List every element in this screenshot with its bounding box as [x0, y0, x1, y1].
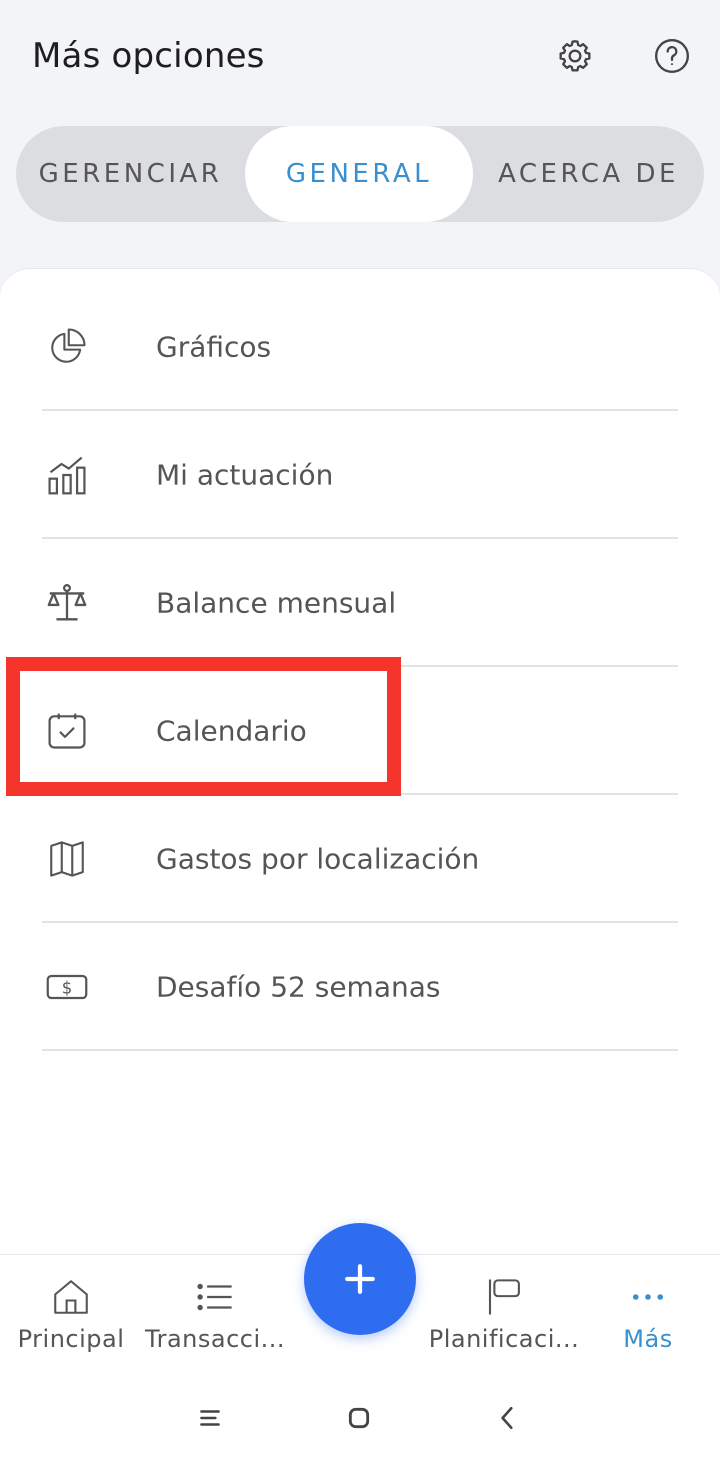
tab-gerenciar[interactable]: GERENCIAR: [16, 126, 245, 222]
flag-icon: [482, 1275, 526, 1319]
menu-item-label: Gastos por localización: [156, 842, 480, 876]
nav-label: Principal: [17, 1325, 125, 1353]
tab-bar: GERENCIAR GENERAL ACERCA DE: [16, 126, 704, 222]
help-button[interactable]: [650, 34, 694, 78]
screen: Más opciones GERENCIAR GENERAL ACERCA DE: [0, 0, 720, 1463]
nav-label: Planificaci...: [428, 1325, 580, 1353]
tab-general[interactable]: GENERAL: [245, 126, 473, 222]
nav-mas[interactable]: Más: [590, 1255, 706, 1369]
menu-item-graficos[interactable]: Gráficos: [0, 283, 720, 411]
recent-apps-button[interactable]: [190, 1398, 230, 1438]
bar-chart-trend-icon: [44, 452, 90, 498]
menu-item-label: Desafío 52 semanas: [156, 970, 441, 1004]
menu-item-desafio-52[interactable]: $ Desafío 52 semanas: [0, 923, 720, 1051]
recent-apps-icon: [200, 1410, 220, 1426]
svg-text:$: $: [62, 978, 73, 997]
list-icon: [193, 1275, 237, 1319]
nav-planificacion[interactable]: Planificaci...: [428, 1255, 580, 1369]
nav-label: Más: [623, 1325, 673, 1353]
settings-button[interactable]: [553, 34, 597, 78]
more-dots-icon: [626, 1275, 670, 1319]
map-icon: [44, 836, 90, 882]
app-header: Más opciones: [0, 0, 720, 115]
scale-icon: [44, 580, 90, 626]
home-system-button[interactable]: [339, 1398, 379, 1438]
system-nav-bar: [0, 1368, 720, 1463]
tab-acerca-de[interactable]: ACERCA DE: [473, 126, 704, 222]
question-circle-icon: [655, 39, 689, 73]
nav-transacciones[interactable]: Transacci...: [140, 1255, 290, 1369]
home-square-icon: [348, 1407, 370, 1429]
menu-item-mi-actuacion[interactable]: Mi actuación: [0, 411, 720, 539]
page-title: Más opciones: [32, 36, 265, 76]
menu-item-balance-mensual[interactable]: Balance mensual: [0, 539, 720, 667]
nav-label: Transacci...: [144, 1325, 286, 1353]
dollar-bill-icon: $: [44, 964, 90, 1010]
back-button[interactable]: [488, 1398, 528, 1438]
menu-item-label: Calendario: [156, 714, 307, 748]
menu-item-gastos-localizacion[interactable]: Gastos por localización: [0, 795, 720, 923]
nav-principal[interactable]: Principal: [8, 1255, 134, 1369]
menu-item-label: Mi actuación: [156, 458, 334, 492]
menu-item-label: Gráficos: [156, 330, 272, 364]
gear-icon: [559, 40, 591, 72]
pie-chart-icon: [44, 324, 90, 370]
add-transaction-button[interactable]: [304, 1223, 416, 1335]
menu-item-label: Balance mensual: [156, 586, 397, 620]
home-icon: [49, 1275, 93, 1319]
back-chevron-icon: [501, 1406, 513, 1430]
calendar-check-icon: [44, 708, 90, 754]
options-card: Gráficos Mi actuación Balance mensual Ca…: [0, 268, 720, 1258]
plus-icon: [345, 1264, 375, 1294]
divider: [42, 1049, 678, 1051]
menu-item-calendario[interactable]: Calendario: [0, 667, 720, 795]
